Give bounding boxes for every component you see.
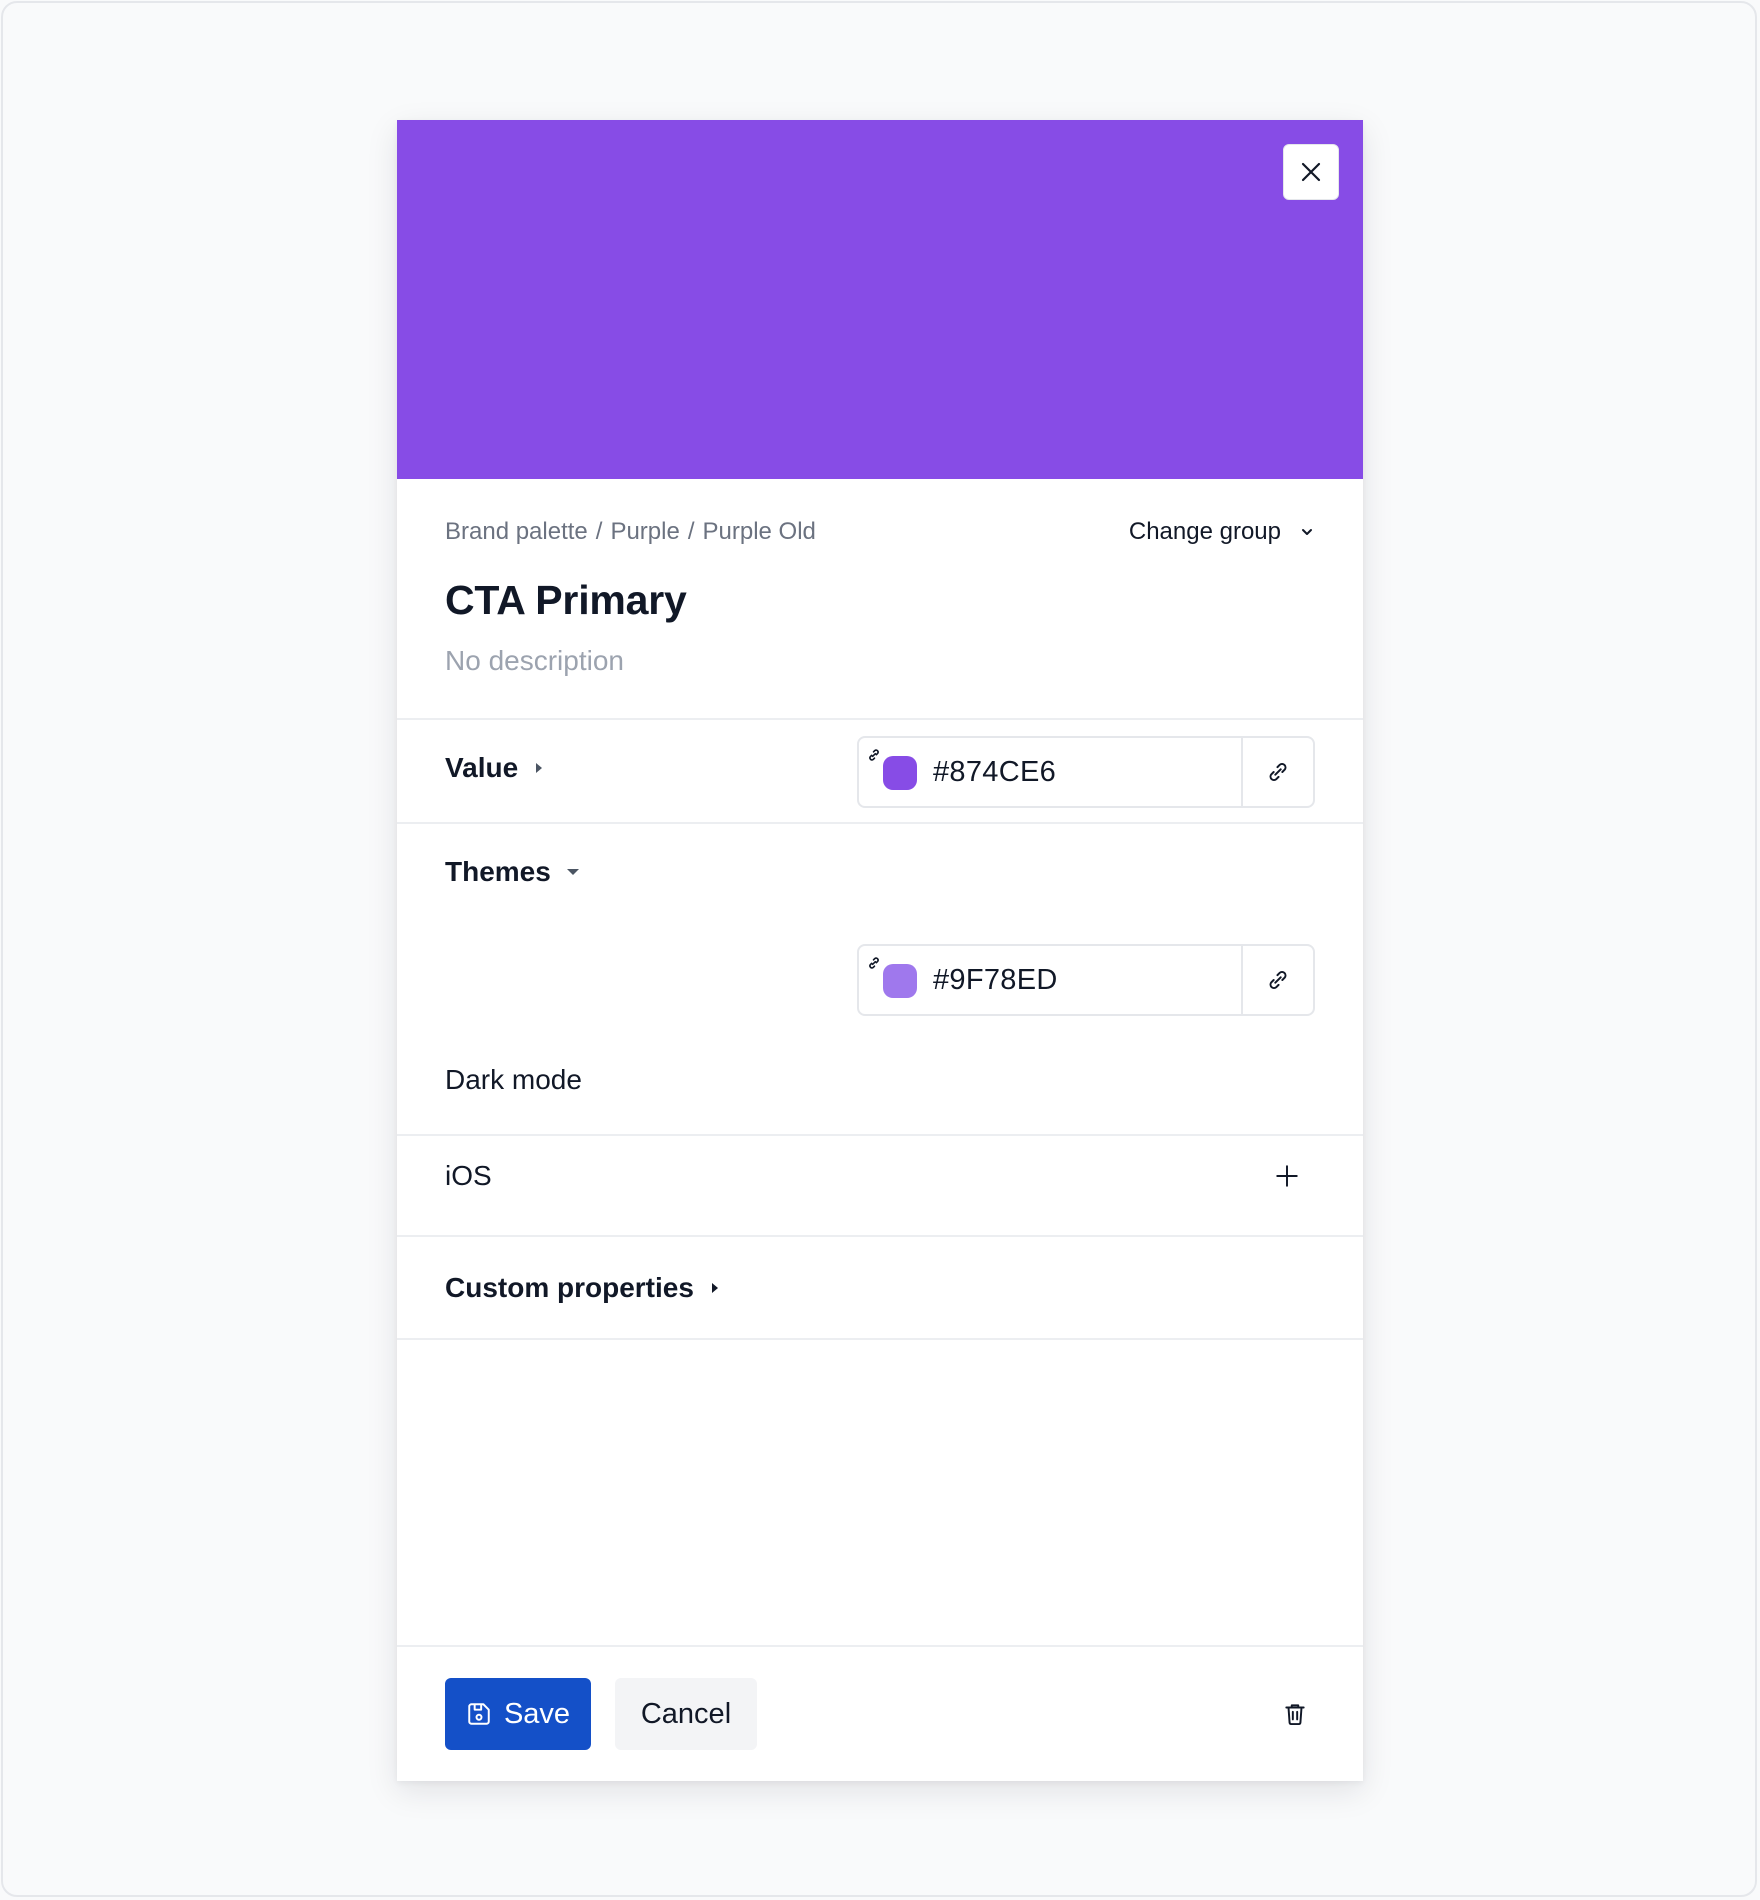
save-button[interactable]: Save bbox=[445, 1678, 591, 1750]
value-color-field[interactable]: #874CE6 bbox=[857, 736, 1315, 808]
value-hex: #874CE6 bbox=[933, 755, 1057, 788]
link-icon bbox=[1269, 971, 1287, 989]
divider bbox=[397, 718, 1363, 720]
theme-row-label: iOS bbox=[445, 1160, 492, 1191]
caret-right-icon bbox=[711, 1283, 718, 1293]
save-icon bbox=[468, 1703, 490, 1725]
breadcrumb-item[interactable]: Brand palette bbox=[445, 518, 588, 546]
cancel-label: Cancel bbox=[640, 1697, 732, 1730]
divider bbox=[397, 1338, 1363, 1340]
change-group-dropdown[interactable]: Change group bbox=[1129, 515, 1315, 549]
dark-mode-hex: #9F78ED bbox=[933, 963, 1058, 996]
divider bbox=[397, 1235, 1363, 1237]
link-icon bbox=[865, 746, 883, 764]
close-icon bbox=[1301, 162, 1321, 182]
caret-right-icon bbox=[536, 763, 543, 773]
value-section-toggle[interactable]: Value bbox=[445, 752, 546, 784]
link-icon bbox=[865, 954, 883, 972]
token-description[interactable]: No description bbox=[445, 645, 624, 677]
dark-mode-color-chip bbox=[883, 964, 917, 998]
add-ios-theme-button[interactable] bbox=[1267, 1156, 1307, 1196]
caret-down-icon bbox=[566, 869, 579, 875]
token-detail-panel: Brand palette / Purple / Purple Old Chan… bbox=[397, 120, 1363, 1781]
breadcrumb-separator: / bbox=[687, 518, 695, 545]
themes-section-label: Themes bbox=[445, 856, 551, 887]
save-label: Save bbox=[503, 1697, 571, 1730]
footer-actions: Save Cancel bbox=[397, 1646, 1363, 1781]
value-color-chip bbox=[883, 756, 917, 790]
custom-properties-label: Custom properties bbox=[445, 1272, 694, 1303]
dark-mode-color-input[interactable]: #9F78ED bbox=[859, 946, 1241, 1014]
breadcrumb-item[interactable]: Purple Old bbox=[703, 518, 816, 546]
value-link-button[interactable] bbox=[1241, 738, 1313, 806]
link-icon bbox=[1269, 763, 1287, 781]
themes-section-toggle[interactable]: Themes bbox=[445, 856, 581, 888]
cancel-button[interactable]: Cancel bbox=[615, 1678, 757, 1750]
close-button[interactable] bbox=[1283, 144, 1339, 200]
value-color-input[interactable]: #874CE6 bbox=[859, 738, 1241, 806]
token-title[interactable]: CTA Primary bbox=[445, 577, 687, 624]
custom-properties-toggle[interactable]: Custom properties bbox=[445, 1272, 722, 1304]
dark-mode-link-button[interactable] bbox=[1241, 946, 1313, 1014]
plus-icon bbox=[1276, 1165, 1298, 1187]
theme-row-label: Dark mode bbox=[445, 1064, 582, 1095]
trash-icon bbox=[1285, 1704, 1305, 1726]
color-preview bbox=[397, 120, 1363, 479]
chevron-down-icon bbox=[1302, 529, 1312, 535]
breadcrumb-item[interactable]: Purple bbox=[610, 518, 679, 546]
divider bbox=[397, 822, 1363, 824]
divider bbox=[397, 1134, 1363, 1136]
value-section-label: Value bbox=[445, 752, 519, 783]
dark-mode-color-field[interactable]: #9F78ED bbox=[857, 944, 1315, 1016]
breadcrumb-separator: / bbox=[595, 518, 603, 545]
delete-button[interactable] bbox=[1275, 1694, 1315, 1734]
change-group-label: Change group bbox=[1128, 518, 1281, 545]
breadcrumb: Brand palette / Purple / Purple Old bbox=[445, 515, 816, 549]
